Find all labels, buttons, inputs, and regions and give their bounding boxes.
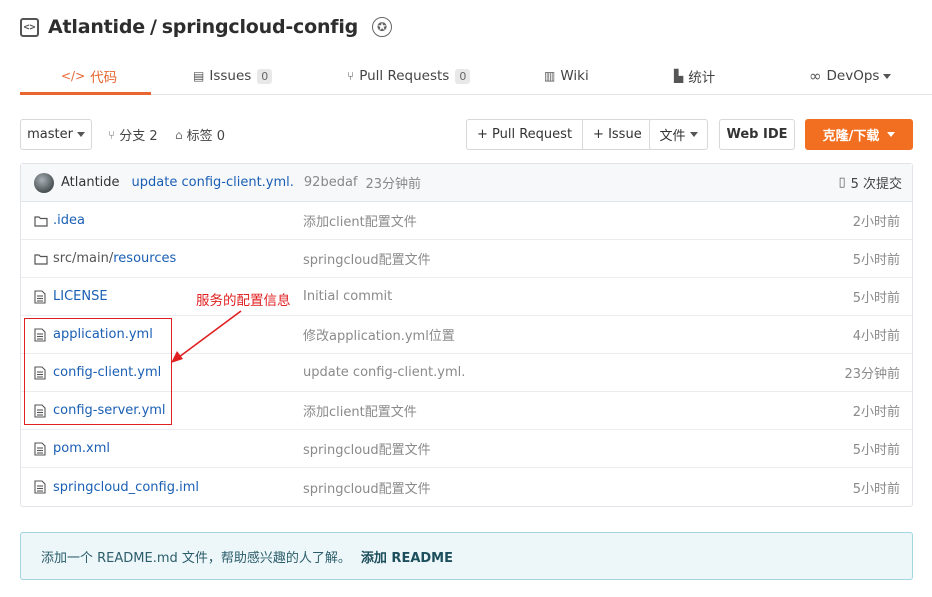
history-icon: ▯ bbox=[838, 175, 846, 190]
commit-time: 23分钟前 bbox=[365, 177, 422, 192]
file-row[interactable]: pom.xml springcloud配置文件 5小时前 bbox=[21, 430, 912, 468]
repo-title: Atlantide / springcloud-config bbox=[48, 16, 359, 38]
pull-requests-count-badge: 0 bbox=[455, 68, 471, 84]
readme-notice-text: 添加一个 README.md 文件，帮助感兴趣的人了解。 bbox=[41, 550, 351, 566]
clone-download-button[interactable]: 克隆/下载 bbox=[805, 119, 913, 150]
file-commit-time: 2小时前 bbox=[852, 405, 900, 420]
commit-count-link[interactable]: ▯ 5 次提交 bbox=[838, 164, 902, 201]
file-name-link[interactable]: src/main/resources bbox=[53, 251, 176, 266]
file-icon bbox=[34, 480, 46, 494]
avatar[interactable] bbox=[34, 172, 54, 193]
file-name-link[interactable]: LICENSE bbox=[53, 289, 108, 304]
file-commit-time: 2小时前 bbox=[852, 215, 900, 230]
repo-owner-link[interactable]: Atlantide bbox=[48, 16, 145, 38]
readme-notice: 添加一个 README.md 文件，帮助感兴趣的人了解。 添加 README bbox=[20, 532, 913, 580]
chevron-down-icon bbox=[883, 73, 892, 79]
file-commit-message[interactable]: springcloud配置文件 bbox=[303, 478, 431, 497]
issues-icon: ▤ bbox=[193, 69, 205, 83]
add-readme-link[interactable]: 添加 README bbox=[361, 547, 453, 566]
branch-icon: ⑂ bbox=[108, 127, 116, 142]
file-commit-message[interactable]: springcloud配置文件 bbox=[303, 249, 431, 268]
new-issue-button[interactable]: + Issue bbox=[582, 120, 652, 149]
file-commit-message[interactable]: 修改application.yml位置 bbox=[303, 325, 455, 344]
tags-link[interactable]: ⌂ 标签 0 bbox=[175, 119, 225, 150]
file-commit-message[interactable]: update config-client.yml. bbox=[303, 365, 465, 380]
chevron-down-icon bbox=[76, 132, 85, 137]
create-button-group: + Pull Request + Issue bbox=[466, 119, 653, 150]
repo-toolbar: master ⑂ 分支 2 ⌂ 标签 0 + Pull Request + Is… bbox=[20, 119, 913, 151]
file-commit-time: 5小时前 bbox=[852, 291, 900, 306]
file-commit-message[interactable]: springcloud配置文件 bbox=[303, 439, 431, 458]
tab-code[interactable]: </> 代码 bbox=[61, 58, 117, 94]
chevron-down-icon bbox=[689, 132, 698, 137]
chevron-down-icon bbox=[887, 132, 896, 137]
file-commit-time: 23分钟前 bbox=[844, 367, 900, 382]
code-icon: </> bbox=[61, 69, 86, 83]
file-commit-message[interactable]: 添加client配置文件 bbox=[303, 401, 417, 420]
repo-name-link[interactable]: springcloud-config bbox=[162, 16, 359, 38]
new-pull-request-button[interactable]: + Pull Request bbox=[467, 120, 582, 149]
latest-commit-bar: Atlantide update config-client.yml. 92be… bbox=[21, 164, 912, 202]
stats-icon: ▙ bbox=[674, 69, 684, 83]
tab-wiki[interactable]: ▥ Wiki bbox=[544, 58, 589, 94]
devops-icon: ∞ bbox=[809, 67, 822, 85]
commit-message-link[interactable]: update config-client.yml. bbox=[132, 175, 294, 190]
file-row[interactable]: src/main/resources springcloud配置文件 5小时前 bbox=[21, 240, 912, 278]
file-row[interactable]: LICENSE Initial commit 5小时前 bbox=[21, 278, 912, 316]
branch-select[interactable]: master bbox=[20, 119, 92, 150]
file-icon bbox=[34, 290, 46, 304]
web-ide-button[interactable]: Web IDE bbox=[719, 119, 795, 150]
commit-sha[interactable]: 92bedaf bbox=[304, 175, 358, 190]
folder-icon bbox=[34, 216, 48, 227]
tab-devops[interactable]: ∞ DevOps bbox=[809, 58, 892, 94]
issues-count-badge: 0 bbox=[257, 68, 273, 84]
tab-pull-requests[interactable]: ⑂ Pull Requests 0 bbox=[347, 58, 471, 94]
commit-author[interactable]: Atlantide bbox=[61, 175, 120, 190]
repo-header: <> Atlantide / springcloud-config ✪ bbox=[20, 14, 393, 40]
file-commit-message[interactable]: 添加client配置文件 bbox=[303, 211, 417, 230]
file-row[interactable]: .idea 添加client配置文件 2小时前 bbox=[21, 202, 912, 240]
tab-issues[interactable]: ▤ Issues 0 bbox=[193, 58, 273, 94]
file-commit-time: 5小时前 bbox=[852, 443, 900, 458]
file-commit-time: 4小时前 bbox=[852, 329, 900, 344]
wiki-icon: ▥ bbox=[544, 69, 556, 83]
recommend-badge-icon[interactable]: ✪ bbox=[372, 17, 393, 37]
file-commit-message[interactable]: Initial commit bbox=[303, 289, 392, 304]
tab-stats[interactable]: ▙ 统计 bbox=[674, 58, 715, 94]
file-commit-time: 5小时前 bbox=[852, 253, 900, 268]
active-tab-indicator bbox=[20, 92, 151, 95]
files-dropdown-button[interactable]: 文件 bbox=[649, 119, 708, 150]
file-icon bbox=[34, 442, 46, 456]
pull-request-icon: ⑂ bbox=[347, 69, 355, 83]
file-commit-time: 5小时前 bbox=[852, 481, 900, 497]
file-row[interactable]: springcloud_config.iml springcloud配置文件 5… bbox=[21, 468, 912, 506]
repo-tabs: </> 代码 ▤ Issues 0 ⑂ Pull Requests 0 ▥ Wi… bbox=[20, 58, 932, 95]
tag-icon: ⌂ bbox=[175, 127, 183, 142]
annotation-highlight-box bbox=[24, 318, 172, 425]
file-name-link[interactable]: pom.xml bbox=[53, 441, 110, 456]
annotation-label: 服务的配置信息 bbox=[196, 293, 291, 309]
branches-link[interactable]: ⑂ 分支 2 bbox=[108, 119, 158, 150]
folder-icon bbox=[34, 254, 48, 265]
repo-code-icon: <> bbox=[20, 17, 39, 37]
file-name-link[interactable]: springcloud_config.iml bbox=[53, 480, 199, 495]
annotation-arrow-icon bbox=[171, 310, 242, 363]
file-name-link[interactable]: .idea bbox=[53, 213, 85, 228]
